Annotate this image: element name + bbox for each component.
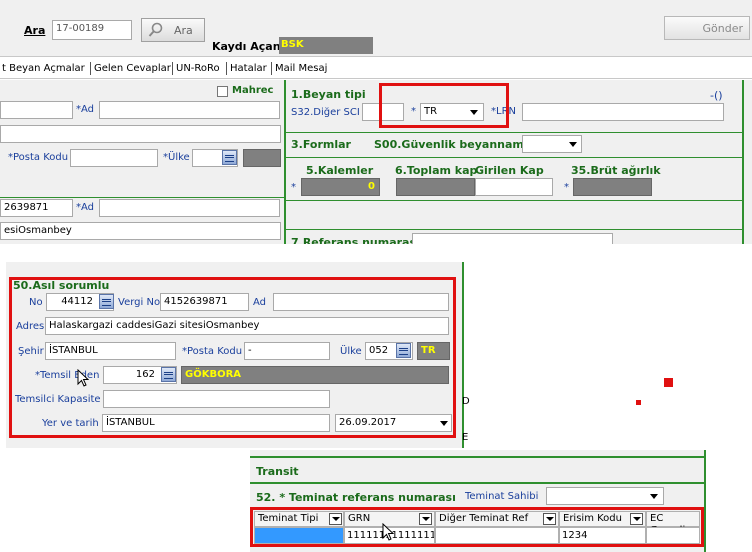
right-border	[742, 80, 744, 244]
tab-beyan-acmalar[interactable]: t Beyan Açmalar	[2, 63, 85, 74]
tab-divider	[172, 62, 173, 75]
brut-field	[573, 178, 652, 196]
row-rule	[286, 200, 742, 201]
opener-label: Kaydı Açan	[212, 40, 281, 53]
red-marker	[636, 400, 641, 405]
vergi-field-partial[interactable]: 2639871	[0, 199, 73, 217]
asil-sorumlu-highlight	[9, 277, 456, 438]
lrn-field[interactable]	[522, 103, 724, 121]
ad2-label: *Ad	[76, 202, 95, 213]
side-clip-letter: E	[462, 432, 469, 443]
chevron-down-icon	[569, 142, 577, 147]
row-rule	[286, 157, 742, 158]
teminat-sahibi-select[interactable]	[546, 487, 664, 505]
tab-divider	[90, 62, 91, 75]
name-field-partial[interactable]	[0, 101, 73, 119]
girilen-kap-field[interactable]	[475, 178, 553, 196]
ad-field[interactable]	[99, 101, 280, 119]
kalemler-value: 0	[301, 178, 380, 196]
teminat-grid-highlight	[250, 507, 704, 547]
tab-un-roro[interactable]: UN-RoRo	[176, 63, 220, 74]
tab-gelen-cevaplar[interactable]: Gelen Cevaplar	[94, 63, 171, 74]
search-label: Ara	[24, 24, 46, 37]
beyan-tipi-highlight	[379, 83, 509, 128]
brut-label: 35.Brüt ağırlık	[571, 164, 661, 177]
panel-rule	[250, 456, 706, 458]
panel-rule	[462, 262, 464, 448]
chevron-down-icon	[650, 494, 658, 499]
search-input[interactable]: 17-00189	[52, 20, 132, 40]
posta-kodu-label: *Posta Kodu	[8, 152, 69, 163]
ulke-picker-icon[interactable]	[222, 150, 237, 165]
mahrec-label: Mahrec	[232, 85, 274, 96]
search-button-label: Ara	[174, 24, 193, 37]
search-button[interactable]: Ara	[141, 18, 205, 42]
tab-divider	[226, 62, 227, 75]
posta-kodu-field[interactable]	[70, 149, 158, 167]
row-rule	[0, 197, 284, 198]
ad-label: *Ad	[76, 104, 95, 115]
guvenlik-label: S00.Güvenlik beyanname	[374, 138, 532, 151]
kalemler-required: *	[291, 182, 296, 193]
beyan-tipi-label: 1.Beyan tipi	[291, 88, 366, 101]
ulke-label: *Ülke	[163, 152, 190, 163]
ad2-field[interactable]	[99, 199, 280, 217]
panel-rule	[704, 450, 706, 552]
tab-bar: t Beyan Açmalar Gelen Cevaplar UN-RoRo H…	[0, 58, 752, 79]
toplam-kap-field	[396, 178, 475, 196]
address-field-upper[interactable]	[0, 125, 281, 143]
tab-mail-mesaj[interactable]: Mail Mesaj	[275, 63, 327, 74]
diger-sci-label: S32.Diğer SCI	[291, 107, 360, 118]
formlar-label: 3.Formlar	[291, 138, 351, 151]
teminat-ref-label: 52. * Teminat referans numarası	[256, 491, 456, 504]
teminat-sahibi-label: Teminat Sahibi	[465, 491, 539, 502]
kalemler-label: 5.Kalemler	[306, 164, 374, 177]
side-clip-letter: D	[462, 396, 470, 407]
brut-required: *	[564, 182, 569, 193]
address-field-partial[interactable]: esiOsmanbey	[0, 222, 281, 240]
mahrec-checkbox[interactable]	[217, 86, 228, 97]
opener-value: BSK	[279, 37, 373, 54]
row-rule	[286, 229, 742, 230]
girilen-kap-label: Girilen Kap	[475, 164, 544, 177]
send-button-label: Gönder	[702, 22, 744, 35]
corner-label: -()	[710, 89, 723, 102]
tab-hatalar[interactable]: Hatalar	[230, 63, 267, 74]
transit-title: Transit	[256, 465, 299, 478]
row-rule	[286, 132, 742, 133]
red-marker	[664, 378, 673, 387]
panel-divider	[284, 80, 286, 244]
send-button[interactable]: Gönder	[664, 16, 750, 40]
tab-divider	[271, 62, 272, 75]
ulke-value	[243, 149, 281, 167]
search-icon	[148, 22, 164, 41]
toplam-kap-label: 6.Toplam kap	[395, 164, 478, 177]
panel-rule	[250, 482, 706, 484]
